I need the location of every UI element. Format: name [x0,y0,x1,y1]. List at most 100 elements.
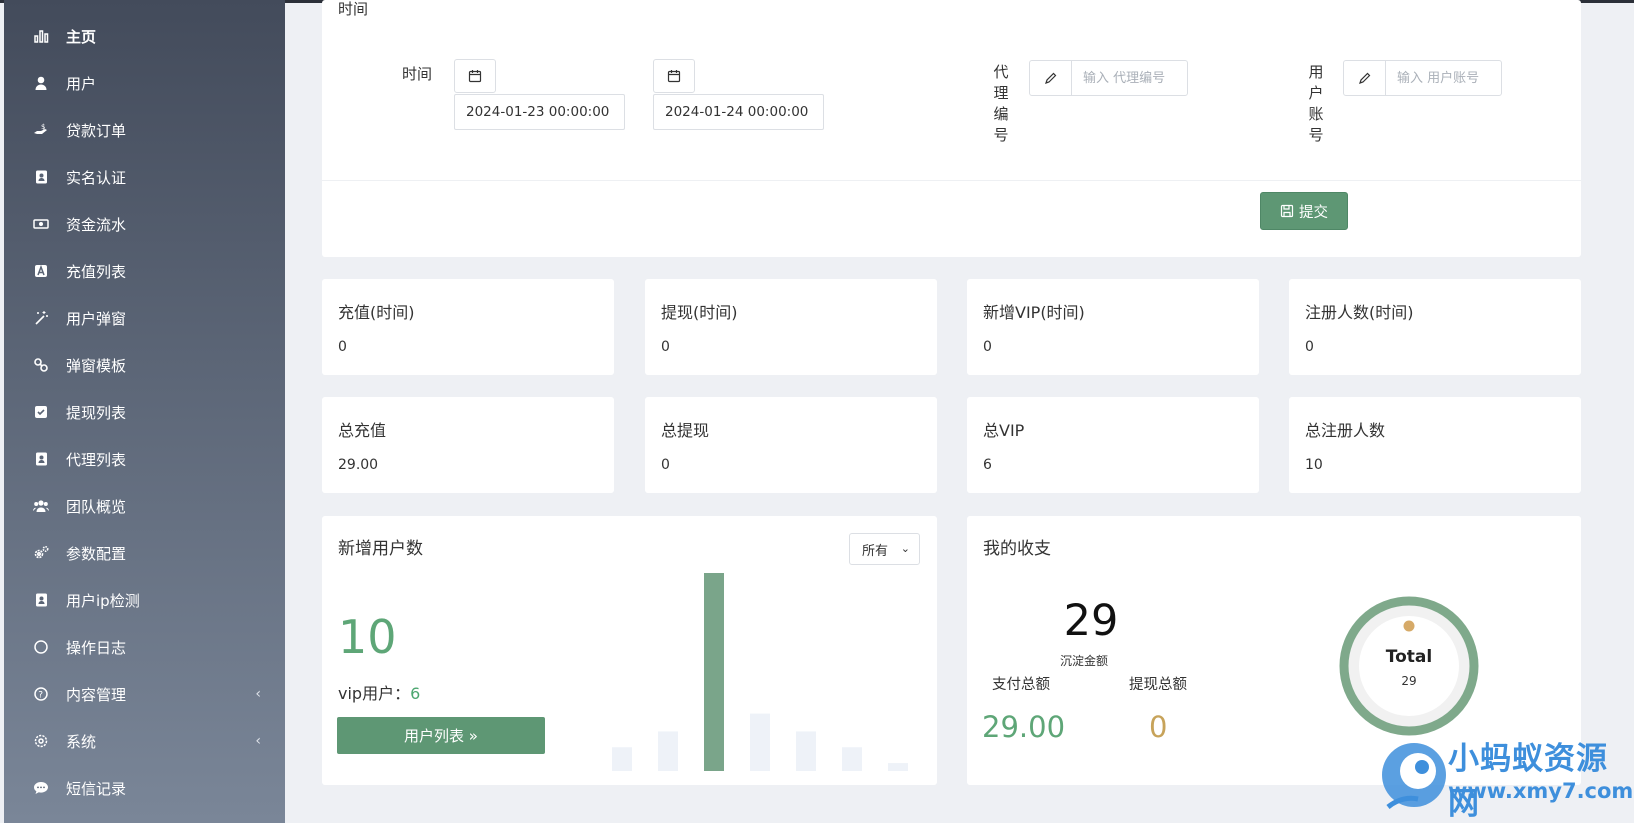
bar-chart-icon [32,27,50,45]
magic-wand-icon [32,309,50,327]
stat-value: 0 [661,457,670,473]
watermark: 小蚂蚁资源网 www.xmy7.com [1378,733,1634,823]
withdraw-total-label: 提现总额 [1129,677,1187,693]
sidebar-item-fund-flow[interactable]: 资金流水 [4,204,285,244]
stat-title: 总提现 [661,421,710,440]
bar-5 [796,731,816,771]
ant-logo-icon [1382,743,1446,809]
new-users-title: 新增用户数 [338,539,423,559]
chevron-left-icon[interactable]: ‹ [255,733,261,749]
sidebar-item-withdraw-list[interactable]: 提现列表 [4,392,285,432]
deposit-label: 沉淀金额 [1060,654,1109,668]
stat-value: 29.00 [338,457,379,473]
stat-title: 总VIP [983,421,1025,440]
sidebar-item-label: 操作日志 [66,638,127,657]
sidebar-item-users[interactable]: 用户 [4,63,285,103]
start-time-input[interactable] [454,94,625,130]
users-icon [32,497,50,515]
pay-total-value: 29.00 [982,710,1066,744]
stat-card-register-period: 注册人数(时间) 0 [1289,279,1581,375]
new-users-count: 10 [338,610,397,664]
calendar-icon [468,70,482,83]
deposit-amount: 29 [1063,596,1119,646]
watermark-title: 小蚂蚁资源网 [1448,741,1608,822]
watermark-url: www.xmy7.com [1448,779,1634,803]
money-bill-icon [32,215,50,233]
bar-3 [704,573,724,771]
donut-marker [1403,620,1415,632]
stat-title: 总注册人数 [1305,421,1386,440]
sidebar-item-label: 参数配置 [66,544,127,563]
sidebar-item-label: 短信记录 [66,779,127,798]
sidebar-item-label: 内容管理 [66,685,127,704]
sidebar-item-home[interactable]: 主页 [4,16,285,56]
link-icon [32,356,50,374]
sidebar-item-operation-log[interactable]: 操作日志 [4,627,285,667]
chevron-left-icon[interactable]: ‹ [255,686,261,702]
end-time-input[interactable] [653,94,824,130]
save-icon [1280,204,1294,218]
time-label: 时间 [402,65,433,83]
circle-icon [32,638,50,656]
sidebar-item-label: 实名认证 [66,168,127,187]
start-date-calendar-button[interactable] [454,59,496,93]
sidebar-item-label: 主页 [66,27,97,46]
sidebar-item-loan-orders[interactable]: $ 贷款订单 [4,110,285,150]
sidebar-item-label: 用户ip检测 [66,591,140,610]
svg-text:?: ? [38,691,43,701]
calendar-icon [667,70,681,83]
stat-value: 0 [338,339,347,355]
sidebar-item-label: 代理列表 [66,450,127,469]
sidebar-item-params[interactable]: 参数配置 [4,533,285,573]
sidebar-item-label: 充值列表 [66,262,127,281]
sidebar-item-real-name[interactable]: 实名认证 [4,157,285,197]
sidebar-item-label: 贷款订单 [66,121,127,140]
comment-icon [32,779,50,797]
sidebar-item-team-overview[interactable]: 团队概览 [4,486,285,526]
filter-panel: 时间 时间 代 理 编 号 用 户 账 号 提交 [322,0,1581,257]
pencil-icon [1030,61,1072,95]
sidebar-item-system[interactable]: 系统 ‹ [4,721,285,761]
donut-total-value: 29 [1401,674,1416,688]
agent-number-input[interactable] [1072,61,1187,95]
stat-title: 充值(时间) [338,303,415,322]
submit-button[interactable]: 提交 [1260,192,1348,230]
bar-7 [888,763,908,771]
pay-total-label: 支付总额 [992,677,1050,693]
address-card-icon [32,591,50,609]
withdraw-total-value: 0 [1149,710,1168,744]
sidebar-item-label: 用户 [66,74,97,93]
sidebar-item-recharge-list[interactable]: 充值列表 [4,251,285,291]
vip-users-count: 6 [410,684,421,703]
hand-money-icon: $ [32,121,50,139]
stat-value: 0 [1305,339,1314,355]
stat-card-vip-period: 新增VIP(时间) 0 [967,279,1259,375]
gear-icon [32,732,50,750]
question-circle-icon: ? [32,685,50,703]
id-card-icon [32,168,50,186]
stat-title: 总充值 [338,421,387,440]
stat-card-total-recharge: 总充值 29.00 [322,397,614,493]
sidebar-item-popup-template[interactable]: 弹窗模板 [4,345,285,385]
stat-value: 10 [1305,457,1323,473]
end-date-calendar-button[interactable] [653,59,695,93]
pencil-icon [1344,61,1386,95]
sidebar-item-user-popup[interactable]: 用户弹窗 [4,298,285,338]
sidebar-item-sms-log[interactable]: 短信记录 [4,768,285,808]
stat-card-withdraw-period: 提现(时间) 0 [645,279,937,375]
stat-card-total-withdraw: 总提现 0 [645,397,937,493]
bar-1 [612,747,632,771]
sidebar-item-agent-list[interactable]: 代理列表 [4,439,285,479]
user-list-button[interactable]: 用户列表 » [337,717,545,754]
bar-6 [842,747,862,771]
stat-title: 注册人数(时间) [1305,303,1414,322]
user-range-select[interactable]: 所有 ⌄ [849,533,920,565]
sidebar-item-content-management[interactable]: ? 内容管理 ‹ [4,674,285,714]
stat-card-total-register: 总注册人数 10 [1289,397,1581,493]
user-account-input[interactable] [1386,61,1501,95]
stat-value: 0 [661,339,670,355]
submit-label: 提交 [1299,204,1328,221]
sidebar-item-label: 提现列表 [66,403,127,422]
sidebar-item-ip-check[interactable]: 用户ip检测 [4,580,285,620]
svg-text:$: $ [41,123,45,131]
